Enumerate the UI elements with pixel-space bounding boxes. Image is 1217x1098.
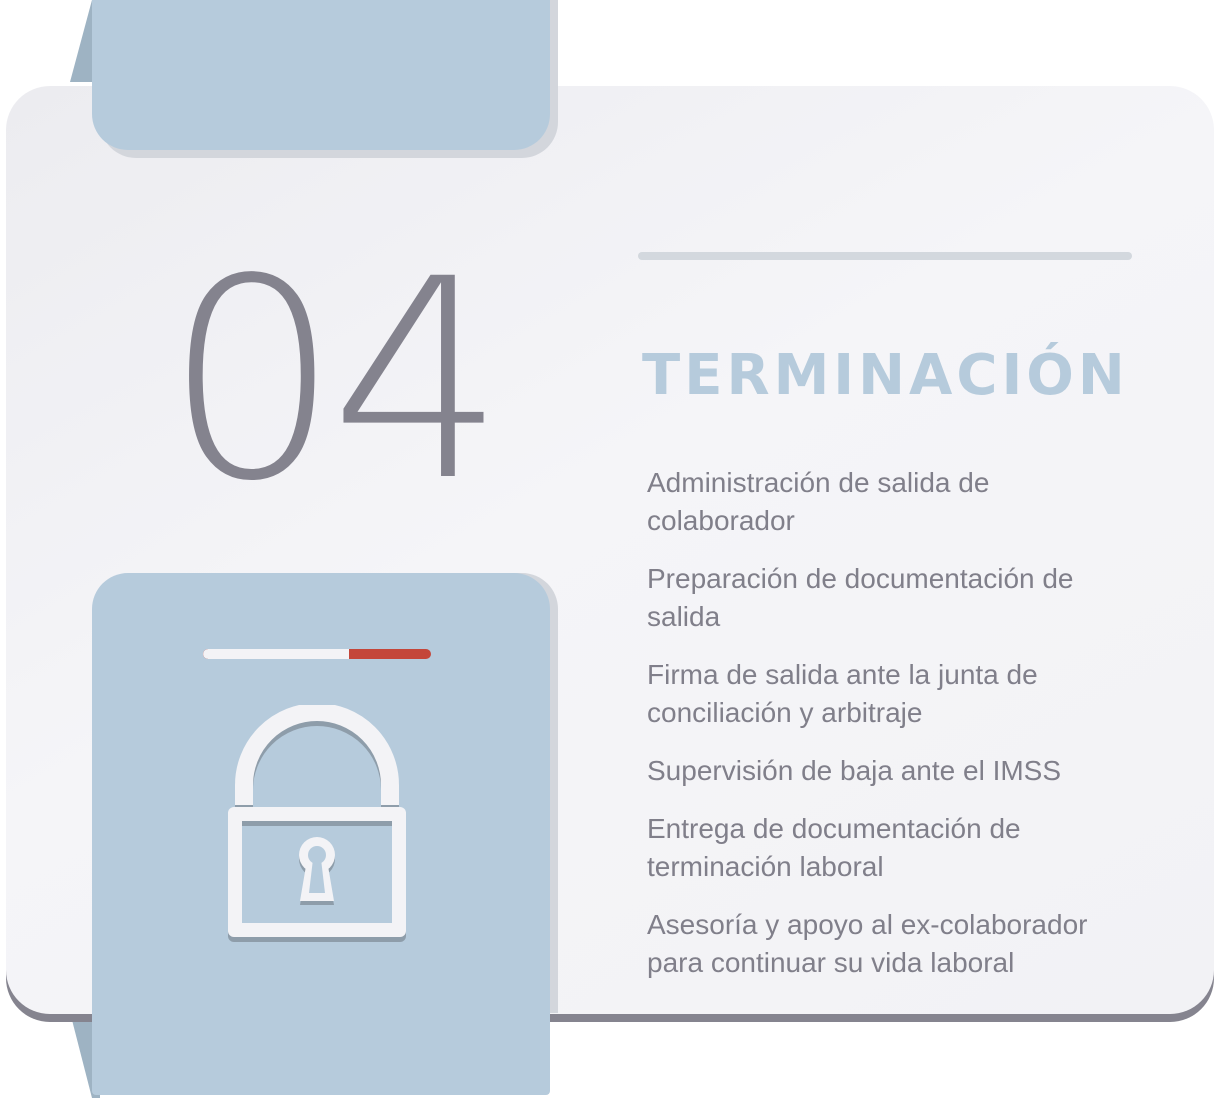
list-item: Firma de salida ante la junta de concili… xyxy=(647,659,1038,728)
item-list: Administración de salida de colaborador P… xyxy=(647,464,1147,1002)
progress-fill xyxy=(203,649,349,659)
list-item: Entrega de documentación de terminación … xyxy=(647,813,1021,882)
list-item: Administración de salida de colaborador xyxy=(647,467,990,536)
step-number: 04 xyxy=(164,221,505,542)
divider-rule xyxy=(638,252,1132,260)
list-item: Supervisión de baja ante el IMSS xyxy=(647,755,1062,786)
section-title: TERMINACIÓN xyxy=(642,343,1129,408)
progress-bar xyxy=(203,649,431,659)
list-item: Preparación de documentación de salida xyxy=(647,563,1074,632)
padlock-icon xyxy=(228,705,406,942)
top-tab xyxy=(92,0,550,150)
list-item: Asesoría y apoyo al ex-colaborador para … xyxy=(647,909,1088,978)
